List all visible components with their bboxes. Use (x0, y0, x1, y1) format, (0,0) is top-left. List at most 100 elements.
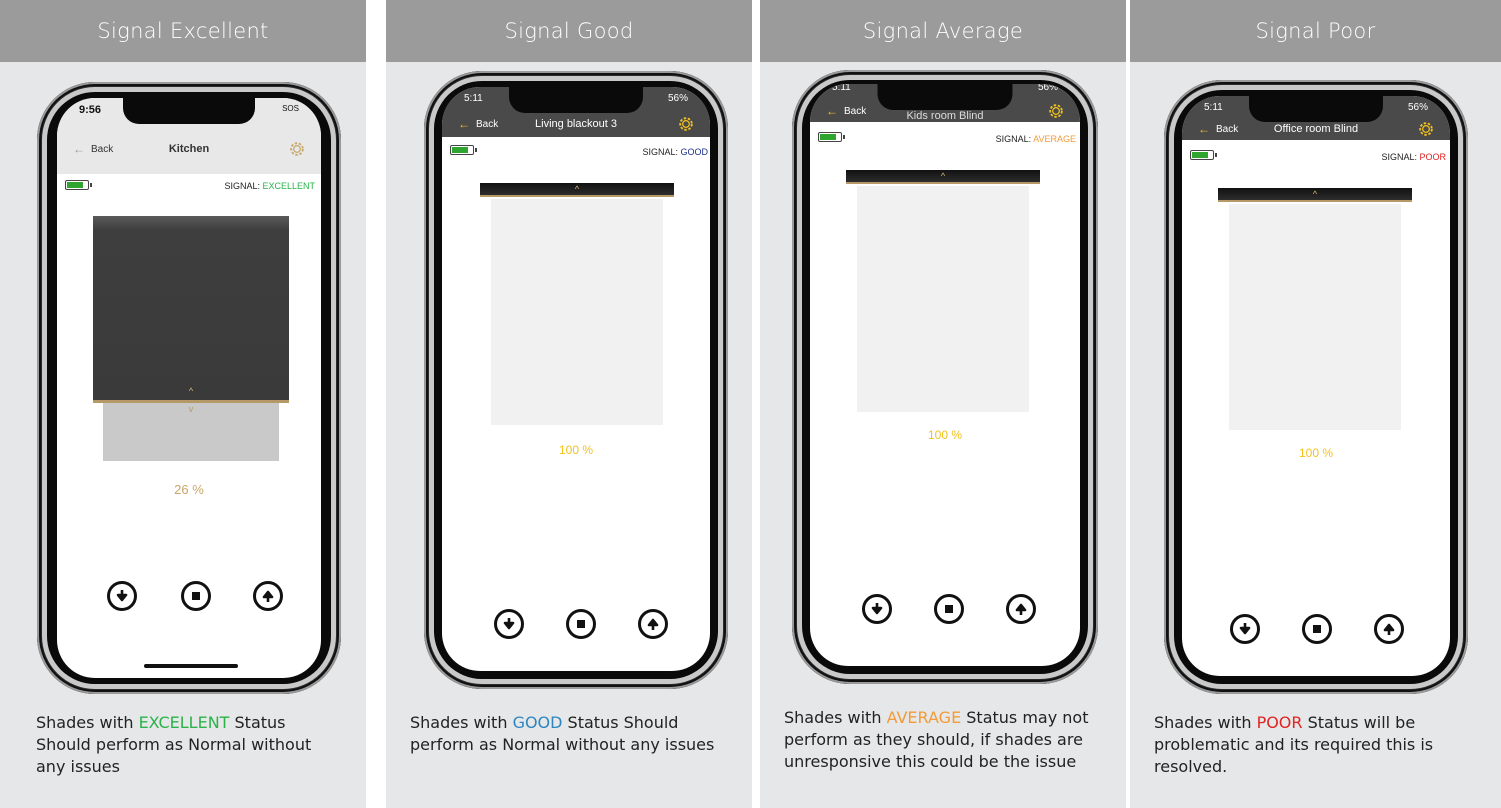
signal-readout: SIGNAL: GOOD (642, 147, 708, 157)
shade-visual: ^ v (846, 170, 1040, 420)
panel-description: Shades with EXCELLENT Status Should perf… (36, 712, 340, 778)
window-opening (857, 186, 1029, 412)
signal-label: SIGNAL: (224, 181, 260, 191)
panel-average: Signal Average 5:11 56% ← Back Kids room… (760, 0, 1126, 808)
home-indicator[interactable] (144, 664, 238, 668)
stop-circle-icon[interactable] (181, 581, 211, 611)
shade-head-rail[interactable]: ^ (846, 170, 1040, 184)
chevron-down-icon[interactable]: v (93, 404, 289, 414)
arrow-down-circle-icon[interactable] (107, 581, 137, 611)
desc-text: Shades with (1154, 713, 1257, 732)
arrow-up-circle-icon[interactable] (638, 609, 668, 639)
stop-circle-icon[interactable] (1302, 614, 1332, 644)
signal-value: POOR (1419, 152, 1446, 162)
position-percent: 26 % (174, 482, 204, 497)
position-percent: 100 % (927, 428, 963, 442)
device-title: Office room Blind (1273, 123, 1359, 135)
stop-circle-icon[interactable] (934, 594, 964, 624)
signal-label: SIGNAL: (642, 147, 678, 157)
status-highlight: GOOD (512, 713, 563, 732)
status-indicators: 56% (1037, 84, 1058, 93)
stop-circle-icon[interactable] (566, 609, 596, 639)
panel-description: Shades with GOOD Status Should perform a… (410, 712, 726, 756)
panel-header: Signal Excellent (0, 0, 366, 62)
position-percent: 100 % (558, 443, 594, 457)
battery-icon (1190, 150, 1217, 160)
panel-header: Signal Good (386, 0, 752, 62)
shade-visual: ^ v (480, 183, 674, 433)
phone-notch (877, 84, 1013, 110)
device-title: Kids room Blind (906, 110, 984, 122)
phone-screen: 9:56 SOS ← Back Kitchen SIGNAL: EXCELLEN… (57, 98, 321, 678)
chevron-up-icon[interactable]: ^ (480, 184, 674, 194)
desc-text: Shades with (410, 713, 513, 732)
status-highlight: EXCELLENT (138, 713, 230, 732)
arrow-up-circle-icon[interactable] (253, 581, 283, 611)
arrow-up-circle-icon[interactable] (1006, 594, 1036, 624)
status-highlight: AVERAGE (886, 708, 962, 727)
status-indicators: 56% (1407, 102, 1428, 113)
signal-readout: SIGNAL: EXCELLENT (224, 181, 315, 191)
app-navbar: ← Back Living blackout 3 (442, 115, 710, 133)
window-opening (491, 199, 663, 425)
gear-icon[interactable] (1416, 119, 1436, 139)
position-percent: 100 % (1298, 446, 1334, 460)
panel-description: Shades with POOR Status will be problema… (1154, 712, 1475, 778)
battery-icon (818, 132, 845, 142)
window-opening (1229, 204, 1401, 430)
status-highlight: POOR (1256, 713, 1303, 732)
chevron-up-icon[interactable]: ^ (846, 171, 1040, 181)
battery-icon (65, 180, 92, 190)
panel-poor: Signal Poor 5:11 56% ← Back Office room … (1130, 0, 1501, 808)
shade-fabric (93, 216, 289, 402)
status-indicators: 56% (667, 93, 688, 104)
panel-good: Signal Good 5:11 56% ← Back Living black… (386, 0, 752, 808)
phone-mockup: 9:56 SOS ← Back Kitchen SIGNAL: EXCELLEN… (37, 82, 341, 694)
phone-notch (123, 98, 255, 124)
status-time: 5:11 (832, 84, 851, 93)
arrow-up-circle-icon[interactable] (1374, 614, 1404, 644)
signal-value: AVERAGE (1033, 134, 1076, 144)
status-time: 9:56 (79, 104, 102, 116)
signal-readout: SIGNAL: POOR (1381, 152, 1446, 162)
desc-text: Shades with (36, 713, 139, 732)
phone-screen: 5:11 56% ← Back Living blackout 3 SIGNAL… (442, 87, 710, 671)
shade-bottom-rail[interactable] (93, 400, 289, 403)
shade-head-rail[interactable]: ^ (1218, 188, 1412, 202)
chevron-up-icon[interactable]: ^ (1218, 189, 1412, 199)
device-title: Living blackout 3 (535, 118, 617, 130)
phone-screen: 5:11 56% ← Back Kids room Blind SIGNAL: … (810, 84, 1080, 666)
status-time: 5:11 (464, 93, 483, 104)
signal-readout: SIGNAL: AVERAGE (996, 134, 1076, 144)
gear-icon[interactable] (676, 114, 696, 134)
phone-notch (1249, 96, 1383, 122)
signal-label: SIGNAL: (1381, 152, 1417, 162)
device-title: Kitchen (168, 143, 210, 155)
shade-visual: ^ v (93, 216, 289, 466)
shade-head-rail[interactable]: ^ (480, 183, 674, 197)
phone-mockup: 5:11 56% ← Back Kids room Blind SIGNAL: … (792, 70, 1098, 684)
app-navbar: ← Back Kitchen (57, 140, 321, 158)
arrow-down-circle-icon[interactable] (494, 609, 524, 639)
panel-description: Shades with AVERAGE Status may not perfo… (784, 707, 1100, 773)
phone-screen: 5:11 56% ← Back Office room Blind SIGNAL… (1182, 96, 1450, 676)
phone-mockup: 5:11 56% ← Back Living blackout 3 SIGNAL… (424, 71, 728, 689)
battery-icon (450, 145, 477, 155)
shade-visual: ^ v (1218, 188, 1412, 438)
phone-notch (509, 87, 643, 113)
phone-mockup: 5:11 56% ← Back Office room Blind SIGNAL… (1164, 80, 1468, 694)
panel-header: Signal Average (760, 0, 1126, 62)
arrow-down-circle-icon[interactable] (1230, 614, 1260, 644)
signal-value: EXCELLENT (262, 181, 315, 191)
gear-icon[interactable] (287, 139, 307, 159)
desc-text: Shades with (784, 708, 887, 727)
signal-value: GOOD (680, 147, 708, 157)
arrow-down-circle-icon[interactable] (862, 594, 892, 624)
app-navbar: ← Back Office room Blind (1182, 120, 1450, 138)
panel-excellent: Signal Excellent 9:56 SOS ← Back Kitchen… (0, 0, 366, 808)
status-time: 5:11 (1204, 102, 1223, 113)
chevron-up-icon[interactable]: ^ (93, 386, 289, 396)
panel-header: Signal Poor (1130, 0, 1501, 62)
status-indicators: SOS (282, 104, 299, 113)
signal-label: SIGNAL: (995, 134, 1032, 144)
